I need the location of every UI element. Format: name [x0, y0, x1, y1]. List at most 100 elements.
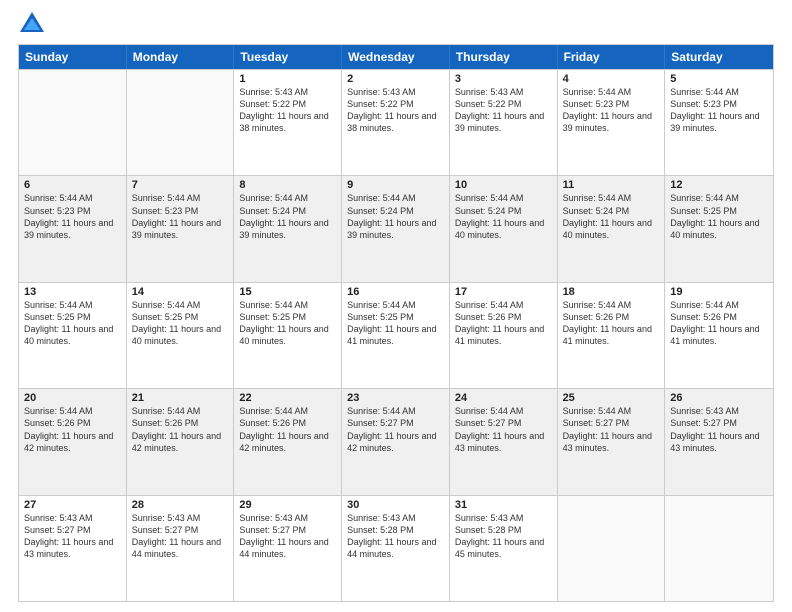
- cell-info: Sunrise: 5:43 AM Sunset: 5:27 PM Dayligh…: [24, 512, 121, 561]
- cell-info: Sunrise: 5:44 AM Sunset: 5:24 PM Dayligh…: [563, 192, 660, 241]
- page: SundayMondayTuesdayWednesdayThursdayFrid…: [0, 0, 792, 612]
- cell-info: Sunrise: 5:44 AM Sunset: 5:27 PM Dayligh…: [563, 405, 660, 454]
- calendar-cell: 28Sunrise: 5:43 AM Sunset: 5:27 PM Dayli…: [127, 496, 235, 601]
- cell-info: Sunrise: 5:44 AM Sunset: 5:26 PM Dayligh…: [455, 299, 552, 348]
- calendar-cell: 11Sunrise: 5:44 AM Sunset: 5:24 PM Dayli…: [558, 176, 666, 281]
- cell-info: Sunrise: 5:44 AM Sunset: 5:24 PM Dayligh…: [239, 192, 336, 241]
- calendar-header-day: Sunday: [19, 45, 127, 69]
- cell-info: Sunrise: 5:43 AM Sunset: 5:27 PM Dayligh…: [239, 512, 336, 561]
- cell-info: Sunrise: 5:44 AM Sunset: 5:25 PM Dayligh…: [670, 192, 768, 241]
- day-number: 26: [670, 392, 768, 404]
- calendar-cell: 17Sunrise: 5:44 AM Sunset: 5:26 PM Dayli…: [450, 283, 558, 388]
- calendar-header-day: Monday: [127, 45, 235, 69]
- calendar-cell: 19Sunrise: 5:44 AM Sunset: 5:26 PM Dayli…: [665, 283, 773, 388]
- calendar-cell: [127, 70, 235, 175]
- calendar-cell: [19, 70, 127, 175]
- cell-info: Sunrise: 5:43 AM Sunset: 5:22 PM Dayligh…: [239, 86, 336, 135]
- cell-info: Sunrise: 5:44 AM Sunset: 5:27 PM Dayligh…: [455, 405, 552, 454]
- calendar-cell: 27Sunrise: 5:43 AM Sunset: 5:27 PM Dayli…: [19, 496, 127, 601]
- calendar-cell: 8Sunrise: 5:44 AM Sunset: 5:24 PM Daylig…: [234, 176, 342, 281]
- cell-info: Sunrise: 5:43 AM Sunset: 5:28 PM Dayligh…: [455, 512, 552, 561]
- day-number: 16: [347, 286, 444, 298]
- calendar-row: 20Sunrise: 5:44 AM Sunset: 5:26 PM Dayli…: [19, 388, 773, 494]
- cell-info: Sunrise: 5:44 AM Sunset: 5:23 PM Dayligh…: [132, 192, 229, 241]
- day-number: 13: [24, 286, 121, 298]
- calendar-cell: [665, 496, 773, 601]
- calendar-cell: 12Sunrise: 5:44 AM Sunset: 5:25 PM Dayli…: [665, 176, 773, 281]
- calendar-cell: 7Sunrise: 5:44 AM Sunset: 5:23 PM Daylig…: [127, 176, 235, 281]
- day-number: 20: [24, 392, 121, 404]
- day-number: 19: [670, 286, 768, 298]
- calendar-header-day: Wednesday: [342, 45, 450, 69]
- day-number: 14: [132, 286, 229, 298]
- cell-info: Sunrise: 5:43 AM Sunset: 5:22 PM Dayligh…: [455, 86, 552, 135]
- day-number: 6: [24, 179, 121, 191]
- calendar-row: 27Sunrise: 5:43 AM Sunset: 5:27 PM Dayli…: [19, 495, 773, 601]
- day-number: 11: [563, 179, 660, 191]
- calendar-header-day: Tuesday: [234, 45, 342, 69]
- cell-info: Sunrise: 5:43 AM Sunset: 5:27 PM Dayligh…: [670, 405, 768, 454]
- calendar-header-day: Saturday: [665, 45, 773, 69]
- day-number: 24: [455, 392, 552, 404]
- calendar-header-day: Thursday: [450, 45, 558, 69]
- calendar-cell: 25Sunrise: 5:44 AM Sunset: 5:27 PM Dayli…: [558, 389, 666, 494]
- cell-info: Sunrise: 5:44 AM Sunset: 5:26 PM Dayligh…: [239, 405, 336, 454]
- day-number: 18: [563, 286, 660, 298]
- cell-info: Sunrise: 5:44 AM Sunset: 5:24 PM Dayligh…: [347, 192, 444, 241]
- calendar-cell: 31Sunrise: 5:43 AM Sunset: 5:28 PM Dayli…: [450, 496, 558, 601]
- calendar-cell: 24Sunrise: 5:44 AM Sunset: 5:27 PM Dayli…: [450, 389, 558, 494]
- day-number: 4: [563, 73, 660, 85]
- cell-info: Sunrise: 5:44 AM Sunset: 5:26 PM Dayligh…: [24, 405, 121, 454]
- calendar-cell: 2Sunrise: 5:43 AM Sunset: 5:22 PM Daylig…: [342, 70, 450, 175]
- cell-info: Sunrise: 5:44 AM Sunset: 5:25 PM Dayligh…: [132, 299, 229, 348]
- day-number: 9: [347, 179, 444, 191]
- calendar-cell: 6Sunrise: 5:44 AM Sunset: 5:23 PM Daylig…: [19, 176, 127, 281]
- day-number: 7: [132, 179, 229, 191]
- day-number: 21: [132, 392, 229, 404]
- calendar-cell: 15Sunrise: 5:44 AM Sunset: 5:25 PM Dayli…: [234, 283, 342, 388]
- calendar-cell: 14Sunrise: 5:44 AM Sunset: 5:25 PM Dayli…: [127, 283, 235, 388]
- calendar-cell: 13Sunrise: 5:44 AM Sunset: 5:25 PM Dayli…: [19, 283, 127, 388]
- day-number: 22: [239, 392, 336, 404]
- calendar-header: SundayMondayTuesdayWednesdayThursdayFrid…: [19, 45, 773, 69]
- cell-info: Sunrise: 5:43 AM Sunset: 5:27 PM Dayligh…: [132, 512, 229, 561]
- logo-area: [18, 10, 49, 38]
- cell-info: Sunrise: 5:44 AM Sunset: 5:27 PM Dayligh…: [347, 405, 444, 454]
- calendar-row: 6Sunrise: 5:44 AM Sunset: 5:23 PM Daylig…: [19, 175, 773, 281]
- day-number: 15: [239, 286, 336, 298]
- calendar-cell: 30Sunrise: 5:43 AM Sunset: 5:28 PM Dayli…: [342, 496, 450, 601]
- calendar-cell: 20Sunrise: 5:44 AM Sunset: 5:26 PM Dayli…: [19, 389, 127, 494]
- day-number: 1: [239, 73, 336, 85]
- calendar-cell: 16Sunrise: 5:44 AM Sunset: 5:25 PM Dayli…: [342, 283, 450, 388]
- cell-info: Sunrise: 5:44 AM Sunset: 5:23 PM Dayligh…: [24, 192, 121, 241]
- calendar-cell: 5Sunrise: 5:44 AM Sunset: 5:23 PM Daylig…: [665, 70, 773, 175]
- calendar-cell: 18Sunrise: 5:44 AM Sunset: 5:26 PM Dayli…: [558, 283, 666, 388]
- cell-info: Sunrise: 5:43 AM Sunset: 5:22 PM Dayligh…: [347, 86, 444, 135]
- cell-info: Sunrise: 5:43 AM Sunset: 5:28 PM Dayligh…: [347, 512, 444, 561]
- cell-info: Sunrise: 5:44 AM Sunset: 5:25 PM Dayligh…: [24, 299, 121, 348]
- day-number: 29: [239, 499, 336, 511]
- calendar-cell: 21Sunrise: 5:44 AM Sunset: 5:26 PM Dayli…: [127, 389, 235, 494]
- calendar-row: 13Sunrise: 5:44 AM Sunset: 5:25 PM Dayli…: [19, 282, 773, 388]
- day-number: 12: [670, 179, 768, 191]
- calendar-cell: 23Sunrise: 5:44 AM Sunset: 5:27 PM Dayli…: [342, 389, 450, 494]
- header: [18, 10, 774, 38]
- calendar: SundayMondayTuesdayWednesdayThursdayFrid…: [18, 44, 774, 602]
- calendar-cell: 29Sunrise: 5:43 AM Sunset: 5:27 PM Dayli…: [234, 496, 342, 601]
- day-number: 2: [347, 73, 444, 85]
- cell-info: Sunrise: 5:44 AM Sunset: 5:25 PM Dayligh…: [239, 299, 336, 348]
- day-number: 31: [455, 499, 552, 511]
- calendar-cell: 1Sunrise: 5:43 AM Sunset: 5:22 PM Daylig…: [234, 70, 342, 175]
- calendar-body: 1Sunrise: 5:43 AM Sunset: 5:22 PM Daylig…: [19, 69, 773, 601]
- day-number: 25: [563, 392, 660, 404]
- cell-info: Sunrise: 5:44 AM Sunset: 5:26 PM Dayligh…: [563, 299, 660, 348]
- day-number: 23: [347, 392, 444, 404]
- calendar-cell: 10Sunrise: 5:44 AM Sunset: 5:24 PM Dayli…: [450, 176, 558, 281]
- day-number: 5: [670, 73, 768, 85]
- day-number: 3: [455, 73, 552, 85]
- calendar-cell: 9Sunrise: 5:44 AM Sunset: 5:24 PM Daylig…: [342, 176, 450, 281]
- day-number: 8: [239, 179, 336, 191]
- day-number: 10: [455, 179, 552, 191]
- calendar-cell: 4Sunrise: 5:44 AM Sunset: 5:23 PM Daylig…: [558, 70, 666, 175]
- calendar-cell: 26Sunrise: 5:43 AM Sunset: 5:27 PM Dayli…: [665, 389, 773, 494]
